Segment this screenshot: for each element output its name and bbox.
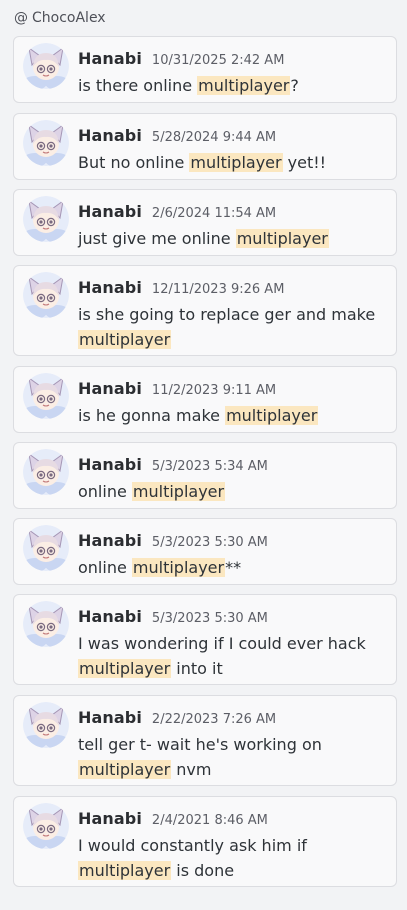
search-result-message[interactable]: Hanabi 2/6/2024 11:54 AM just give me onli… <box>13 189 397 256</box>
search-highlight: multiplayer <box>78 330 172 349</box>
author-name[interactable]: Hanabi <box>78 708 142 727</box>
avatar[interactable] <box>23 803 69 849</box>
avatar[interactable] <box>23 272 69 318</box>
avatar-image <box>23 120 69 166</box>
avatar-image <box>23 449 69 495</box>
message-text: ** <box>225 558 242 577</box>
avatar[interactable] <box>23 196 69 242</box>
search-result-message[interactable]: Hanabi 5/3/2023 5:30 AM I was wondering if… <box>13 594 397 685</box>
message-text: just give me online <box>78 229 236 248</box>
message-content: online multiplayer <box>78 479 378 504</box>
message-timestamp: 2/4/2021 8:46 AM <box>151 813 268 828</box>
avatar-image <box>23 373 69 419</box>
author-name[interactable]: Hanabi <box>78 607 142 626</box>
author-name[interactable]: Hanabi <box>78 49 142 68</box>
message-header: Hanabi 2/4/2021 8:46 AM <box>78 809 268 828</box>
avatar[interactable] <box>23 449 69 495</box>
avatar[interactable] <box>23 525 69 571</box>
message-text: is he gonna make <box>78 406 226 425</box>
message-header: Hanabi 11/2/2023 9:11 AM <box>78 379 276 398</box>
message-text: I was wondering if I could ever hack <box>78 634 366 653</box>
message-content: is he gonna make multiplayer <box>78 403 378 428</box>
message-content: I would constantly ask him if multiplaye… <box>78 833 378 883</box>
message-content: online multiplayer** <box>78 555 378 580</box>
avatar-image <box>23 272 69 318</box>
message-timestamp: 12/11/2023 9:26 AM <box>151 282 285 297</box>
avatar-image <box>23 43 69 89</box>
message-header: Hanabi 5/3/2023 5:30 AM <box>78 531 268 550</box>
message-timestamp: 2/6/2024 11:54 AM <box>151 206 277 221</box>
message-text: ? <box>290 76 299 95</box>
search-highlight: multiplayer <box>131 482 226 501</box>
message-content: tell ger t- wait he's working on multipl… <box>78 732 378 782</box>
author-name[interactable]: Hanabi <box>78 379 142 398</box>
message-text: nvm <box>171 760 212 779</box>
message-text: But no online <box>78 153 190 172</box>
search-highlight: multiplayer <box>189 153 283 172</box>
search-result-message[interactable]: Hanabi 10/31/2025 2:42 AM is there online … <box>13 36 397 103</box>
search-result-message[interactable]: Hanabi 5/3/2023 5:34 AM online multiplayer <box>13 442 397 509</box>
message-header: Hanabi 2/6/2024 11:54 AM <box>78 202 276 221</box>
message-text: is she going to replace ger and make <box>78 305 376 324</box>
message-content: just give me online multiplayer <box>78 226 378 251</box>
message-text: online <box>78 482 132 501</box>
avatar[interactable] <box>23 373 69 419</box>
search-highlight: multiplayer <box>78 861 172 880</box>
search-highlight: multiplayer <box>235 229 329 248</box>
message-content: is there online multiplayer? <box>78 73 378 98</box>
message-header: Hanabi 5/3/2023 5:30 AM <box>78 607 268 626</box>
message-timestamp: 5/3/2023 5:34 AM <box>151 459 268 474</box>
avatar-image <box>23 601 69 647</box>
message-header: Hanabi 5/3/2023 5:34 AM <box>78 455 268 474</box>
search-result-message[interactable]: Hanabi 2/4/2021 8:46 AM I would constantly… <box>13 796 397 887</box>
avatar[interactable] <box>23 601 69 647</box>
avatar[interactable] <box>23 120 69 166</box>
channel-header: @ ChocoAlex <box>0 0 407 36</box>
author-name[interactable]: Hanabi <box>78 531 142 550</box>
message-header: Hanabi 10/31/2025 2:42 AM <box>78 49 284 68</box>
author-name[interactable]: Hanabi <box>78 278 142 297</box>
author-name[interactable]: Hanabi <box>78 202 142 221</box>
message-timestamp: 11/2/2023 9:11 AM <box>151 383 277 398</box>
search-result-message[interactable]: Hanabi 12/11/2023 9:26 AM is she going to … <box>13 265 397 356</box>
message-text: into it <box>171 659 223 678</box>
channel-name: ChocoAlex <box>32 10 106 26</box>
channel-prefix: @ <box>14 10 28 26</box>
avatar-image <box>23 196 69 242</box>
message-timestamp: 5/28/2024 9:44 AM <box>151 130 277 145</box>
author-name[interactable]: Hanabi <box>78 809 142 828</box>
search-highlight: multiplayer <box>225 406 319 425</box>
message-header: Hanabi 2/22/2023 7:26 AM <box>78 708 276 727</box>
message-timestamp: 5/3/2023 5:30 AM <box>151 611 268 626</box>
search-result-message[interactable]: Hanabi 5/28/2024 9:44 AM But no online mul… <box>13 113 397 180</box>
message-text: I would constantly ask him if <box>78 836 307 855</box>
avatar[interactable] <box>23 702 69 748</box>
search-highlight: multiplayer <box>78 659 172 678</box>
message-content: I was wondering if I could ever hack mul… <box>78 631 378 681</box>
author-name[interactable]: Hanabi <box>78 455 142 474</box>
avatar-image <box>23 803 69 849</box>
message-content: But no online multiplayer yet!! <box>78 150 378 175</box>
message-content: is she going to replace ger and make mul… <box>78 302 378 352</box>
avatar-image <box>23 525 69 571</box>
search-result-message[interactable]: Hanabi 5/3/2023 5:30 AM online multiplayer… <box>13 518 397 585</box>
author-name[interactable]: Hanabi <box>78 126 142 145</box>
message-timestamp: 5/3/2023 5:30 AM <box>151 535 268 550</box>
message-header: Hanabi 5/28/2024 9:44 AM <box>78 126 276 145</box>
message-timestamp: 10/31/2025 2:42 AM <box>151 53 285 68</box>
message-text: online <box>78 558 132 577</box>
search-highlight: multiplayer <box>197 76 291 95</box>
message-header: Hanabi 12/11/2023 9:26 AM <box>78 278 284 297</box>
message-text: yet!! <box>282 153 327 172</box>
message-timestamp: 2/22/2023 7:26 AM <box>151 712 277 727</box>
message-text: is done <box>171 861 235 880</box>
message-text: tell ger t- wait he's working on <box>78 735 322 754</box>
avatar-image <box>23 702 69 748</box>
message-text: is there online <box>78 76 198 95</box>
avatar[interactable] <box>23 43 69 89</box>
search-highlight: multiplayer <box>78 760 172 779</box>
search-result-message[interactable]: Hanabi 2/22/2023 7:26 AM tell ger t- wait … <box>13 695 397 786</box>
search-result-message[interactable]: Hanabi 11/2/2023 9:11 AM is he gonna make … <box>13 366 397 433</box>
search-highlight: multiplayer <box>131 558 226 577</box>
